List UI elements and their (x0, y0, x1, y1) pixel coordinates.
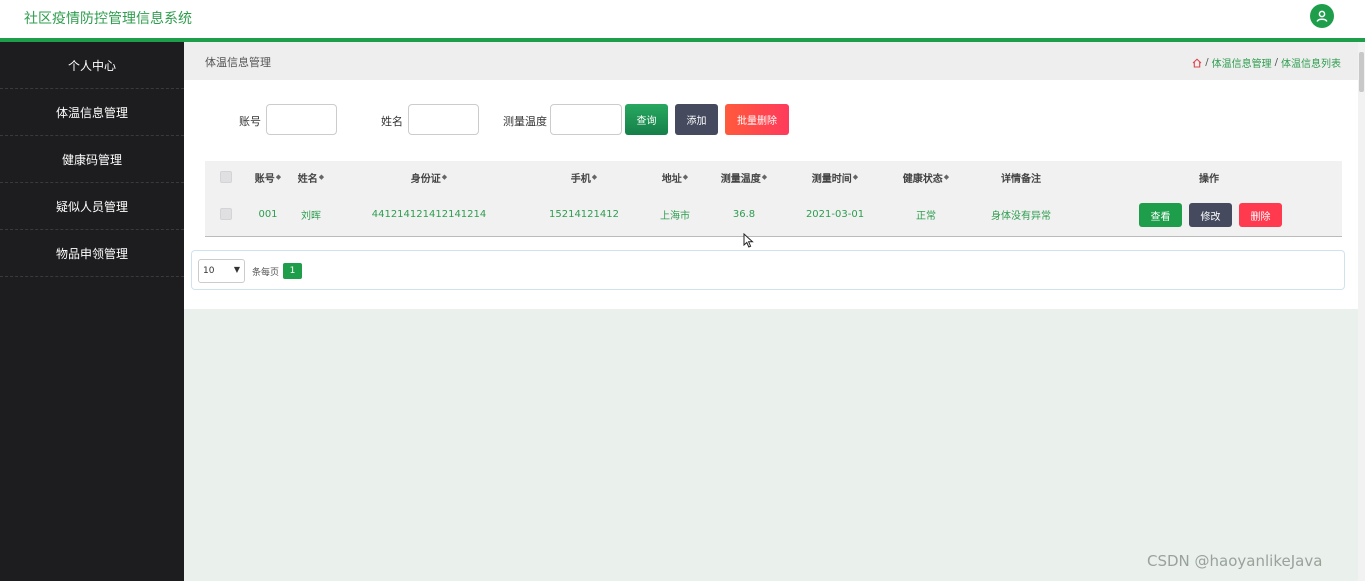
sort-icon: ◆ (275, 173, 282, 181)
sidebar-item-supplies[interactable]: 物品申领管理 (0, 230, 184, 277)
sidebar-item-label: 物品申领管理 (55, 246, 128, 261)
column-header-temperature[interactable]: 测量温度 ◆ (707, 161, 781, 193)
sort-icon: ◆ (852, 173, 859, 181)
cell-name: 刘晖 (301, 210, 321, 222)
account-input[interactable] (266, 104, 337, 135)
sort-icon: ◆ (943, 173, 950, 181)
sidebar-item-label: 健康码管理 (61, 152, 122, 167)
temperature-input[interactable] (550, 104, 622, 135)
data-table: 账号 ◆ 姓名 ◆ 身份证 ◆ 手机 ◆ 地址 ◆ 测量温度 ◆ 测量时间 ◆ 健康状态 ◆ 详… (205, 161, 1342, 237)
user-icon (1316, 10, 1328, 22)
page-size-value: 10 (203, 266, 215, 276)
sort-icon: ◆ (591, 173, 598, 181)
name-input[interactable] (408, 104, 479, 135)
sort-icon: ◆ (441, 173, 448, 181)
sort-icon: ◆ (318, 173, 325, 181)
breadcrumb: / 体温信息管理 / 体温信息列表 (1192, 55, 1341, 70)
sidebar-item-suspected[interactable]: 疑似人员管理 (0, 183, 184, 230)
breadcrumb-item-temperature[interactable]: 体温信息管理 (1212, 55, 1272, 70)
cell-account: 001 (258, 208, 278, 220)
sort-icon: ◆ (761, 173, 768, 181)
top-bar: 社区疫情防控管理信息系统 (0, 0, 1365, 38)
vertical-scrollbar[interactable] (1358, 42, 1365, 581)
breadcrumb-item-list: 体温信息列表 (1281, 59, 1341, 70)
mouse-cursor-icon (743, 233, 754, 248)
query-button[interactable]: 查询 (625, 104, 668, 135)
account-label: 账号 (239, 115, 261, 128)
table-header: 账号 ◆ 姓名 ◆ 身份证 ◆ 手机 ◆ 地址 ◆ 测量温度 ◆ 测量时间 ◆ 健康状态 ◆ 详… (205, 161, 1342, 193)
column-header-remark: 详情备注 (1001, 173, 1041, 185)
sort-icon: ◆ (682, 173, 689, 181)
cell-time: 2021-03-01 (805, 208, 865, 220)
view-button[interactable]: 查看 (1139, 203, 1182, 227)
cell-remark: 身体没有异常 (991, 210, 1051, 222)
per-page-label: 条每页 (252, 268, 280, 278)
home-icon[interactable] (1192, 57, 1202, 68)
column-header-id-card[interactable]: 身份证 ◆ (333, 161, 525, 193)
pagination: 10 ▼ 条每页 1 (191, 250, 1345, 290)
column-header-address[interactable]: 地址 ◆ (643, 161, 707, 193)
sidebar-item-label: 疑似人员管理 (55, 199, 128, 214)
page-title: 体温信息管理 (205, 56, 271, 69)
temperature-label: 测量温度 (503, 115, 547, 128)
select-all-checkbox[interactable] (220, 171, 232, 183)
app-title: 社区疫情防控管理信息系统 (24, 11, 192, 27)
breadcrumb-separator: / (1274, 57, 1278, 68)
row-checkbox[interactable] (220, 208, 232, 220)
watermark: CSDN @haoyanlikeJava (1147, 552, 1323, 570)
page-number-current[interactable]: 1 (283, 263, 302, 279)
batch-delete-button[interactable]: 批量删除 (725, 104, 789, 135)
sidebar-item-label: 个人中心 (67, 58, 116, 73)
column-header-time[interactable]: 测量时间 ◆ (781, 161, 889, 193)
sidebar-item-health-code[interactable]: 健康码管理 (0, 136, 184, 183)
page-header-bar: 体温信息管理 / 体温信息管理 / 体温信息列表 (184, 42, 1365, 80)
sidebar-item-temperature[interactable]: 体温信息管理 (0, 89, 184, 136)
cell-health: 正常 (916, 210, 936, 222)
column-header-health[interactable]: 健康状态 ◆ (889, 161, 963, 193)
sidebar-item-personal-center[interactable]: 个人中心 (0, 42, 184, 89)
page-size-select[interactable]: 10 ▼ (198, 259, 245, 283)
sidebar-item-label: 体温信息管理 (55, 105, 128, 120)
cell-phone: 15214121412 (549, 208, 619, 220)
cell-temperature: 36.8 (732, 208, 756, 220)
main-panel: 体温信息管理 / 体温信息管理 / 体温信息列表 账号 姓名 测量温度 查询 添… (184, 42, 1365, 309)
breadcrumb-separator: / (1205, 57, 1209, 68)
edit-button[interactable]: 修改 (1189, 203, 1232, 227)
user-avatar-button[interactable] (1310, 4, 1334, 28)
add-button[interactable]: 添加 (675, 104, 718, 135)
chevron-down-icon: ▼ (233, 265, 240, 274)
cell-address: 上海市 (660, 210, 690, 222)
name-label: 姓名 (381, 115, 403, 128)
column-header-account[interactable]: 账号 ◆ (247, 161, 289, 193)
column-header-actions: 操作 (1199, 173, 1219, 185)
column-header-name[interactable]: 姓名 ◆ (289, 161, 333, 193)
column-header-phone[interactable]: 手机 ◆ (525, 161, 643, 193)
sidebar: 个人中心 体温信息管理 健康码管理 疑似人员管理 物品申领管理 (0, 42, 184, 581)
scrollbar-thumb[interactable] (1359, 52, 1364, 92)
cell-id-card: 441214121412141214 (371, 208, 487, 220)
delete-button[interactable]: 删除 (1239, 203, 1282, 227)
